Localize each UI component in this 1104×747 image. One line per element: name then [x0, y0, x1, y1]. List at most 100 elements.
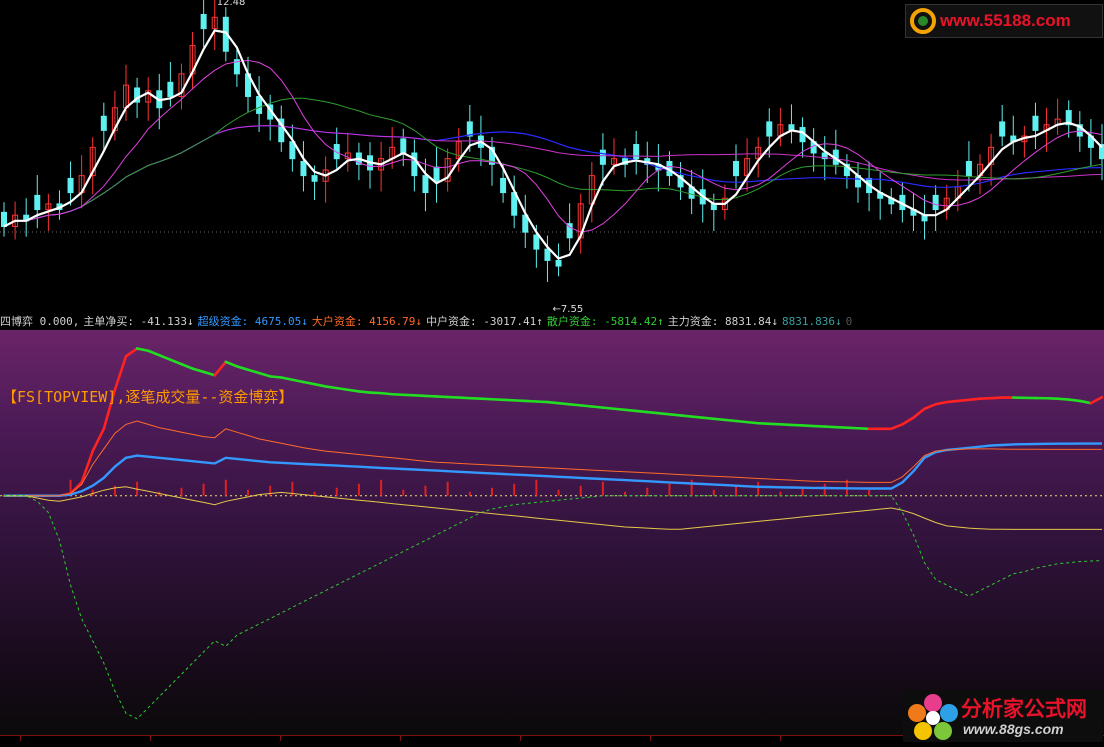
flow-volume-bar	[624, 492, 626, 496]
price-chart-svg[interactable]: 12.48←7.55	[0, 0, 1104, 314]
main-force-segment	[592, 407, 603, 408]
main-force-segment	[559, 403, 570, 404]
candle-body	[35, 195, 40, 209]
watermark-bottom-url: www.88gs.com	[963, 721, 1064, 737]
flow-volume-bar	[92, 490, 94, 496]
main-force-segment	[736, 421, 747, 422]
main-force-segment	[681, 415, 692, 416]
candle-body	[201, 14, 206, 28]
flow-volume-bar	[513, 484, 515, 496]
main-force-segment	[326, 386, 337, 388]
flow-volume-bar	[269, 486, 271, 496]
main-force-segment	[769, 424, 780, 425]
main-force-segment	[437, 396, 448, 397]
main-force-segment	[747, 422, 758, 423]
candle-body	[600, 150, 605, 164]
main-force-segment	[193, 369, 204, 372]
flow-volume-bar	[779, 492, 781, 496]
x-tick-mark	[520, 736, 531, 741]
flow-volume-bar	[180, 488, 182, 496]
main-force-segment	[1058, 399, 1069, 400]
flow-volume-bar	[225, 480, 227, 496]
watermark-bottom-title: 分析家公式网	[961, 693, 1087, 723]
main-force-segment	[414, 395, 425, 396]
flow-volume-bar	[247, 490, 249, 496]
main-force-segment	[170, 360, 181, 364]
indicator-value-bar: 四博弈 0.000,主单净买: -41.133↓超级资金: 4675.05↓大户…	[0, 314, 1104, 330]
flow-volume-bar	[358, 484, 360, 496]
candle-body	[534, 235, 539, 249]
flow-volume-bar	[203, 484, 205, 496]
main-force-segment	[669, 414, 680, 415]
low-price-label: ←7.55	[553, 304, 584, 314]
main-force-segment	[725, 420, 736, 421]
watermark-top-text: www.55188.com	[940, 11, 1071, 31]
main-force-segment	[348, 390, 359, 392]
main-force-segment	[858, 428, 869, 429]
candle-body	[412, 153, 417, 176]
main-force-segment	[448, 397, 459, 398]
x-tick-mark	[650, 736, 661, 741]
flow-volume-bar	[735, 486, 737, 496]
flow-volume-bar	[447, 482, 449, 496]
money-flow-panel[interactable]: 【FS[TOPVIEW],逐笔成交量--资金博弈】	[0, 330, 1104, 735]
flow-volume-bar	[602, 482, 604, 496]
flow-volume-bar	[402, 490, 404, 496]
main-force-segment	[403, 395, 414, 396]
ma-very-long-line	[4, 126, 1102, 227]
infobar-item: 8831.836↓	[782, 315, 842, 328]
main-force-segment	[470, 398, 481, 399]
candle-body	[545, 249, 550, 260]
candle-body	[168, 82, 173, 96]
main-force-segment	[337, 388, 348, 390]
main-force-segment	[913, 409, 924, 418]
main-force-segment	[148, 351, 159, 355]
main-force-segment	[636, 411, 647, 412]
candle-body	[257, 96, 262, 113]
main-force-segment	[969, 399, 980, 400]
x-tick-mark	[20, 736, 31, 741]
price-chart-panel[interactable]: 12.48←7.55 www.55188.com	[0, 0, 1104, 314]
main-force-segment	[991, 398, 1002, 399]
candle-body	[312, 176, 317, 182]
main-force-segment	[791, 425, 802, 426]
candle-body	[767, 122, 772, 136]
candle-body	[734, 161, 739, 175]
watermark-88gs: 分析家公式网 www.88gs.com	[903, 690, 1103, 742]
candle-body	[501, 178, 506, 192]
mid-flow-line	[4, 487, 1102, 530]
main-force-segment	[204, 372, 215, 375]
main-force-segment	[248, 370, 259, 373]
infobar-item: 散户资金: -5814.42↑	[547, 315, 664, 328]
infobar-item: 0	[846, 315, 853, 328]
flow-volume-bar	[336, 488, 338, 496]
main-force-segment	[1091, 397, 1102, 403]
infobar-item: 中户资金: -3017.41↑	[426, 315, 543, 328]
main-force-segment	[481, 399, 492, 400]
main-force-segment	[780, 424, 791, 425]
main-force-segment	[758, 423, 769, 424]
main-force-segment	[1080, 401, 1091, 403]
candle-body	[68, 178, 73, 192]
flow-volume-bar	[558, 490, 560, 496]
ma-fast-line	[4, 31, 1102, 259]
candle-body	[556, 260, 561, 266]
main-force-segment	[381, 393, 392, 394]
infobar-item: 超级资金: 4675.05↓	[198, 315, 308, 328]
infobar-item: 主力资金: 8831.84↓	[668, 315, 778, 328]
main-force-segment	[126, 349, 137, 357]
main-force-segment	[270, 376, 281, 377]
main-force-segment	[536, 401, 547, 402]
x-tick-mark	[780, 736, 791, 741]
flow-volume-bar	[824, 484, 826, 496]
main-force-segment	[902, 418, 913, 425]
main-force-segment	[647, 412, 658, 413]
flow-volume-bar	[691, 480, 693, 496]
main-force-segment	[525, 401, 536, 402]
flow-volume-bar	[380, 480, 382, 496]
main-force-segment	[825, 427, 836, 428]
main-force-segment	[259, 373, 270, 376]
main-force-segment	[303, 382, 314, 384]
flow-volume-bar	[868, 490, 870, 496]
flow-volume-bar	[491, 488, 493, 496]
